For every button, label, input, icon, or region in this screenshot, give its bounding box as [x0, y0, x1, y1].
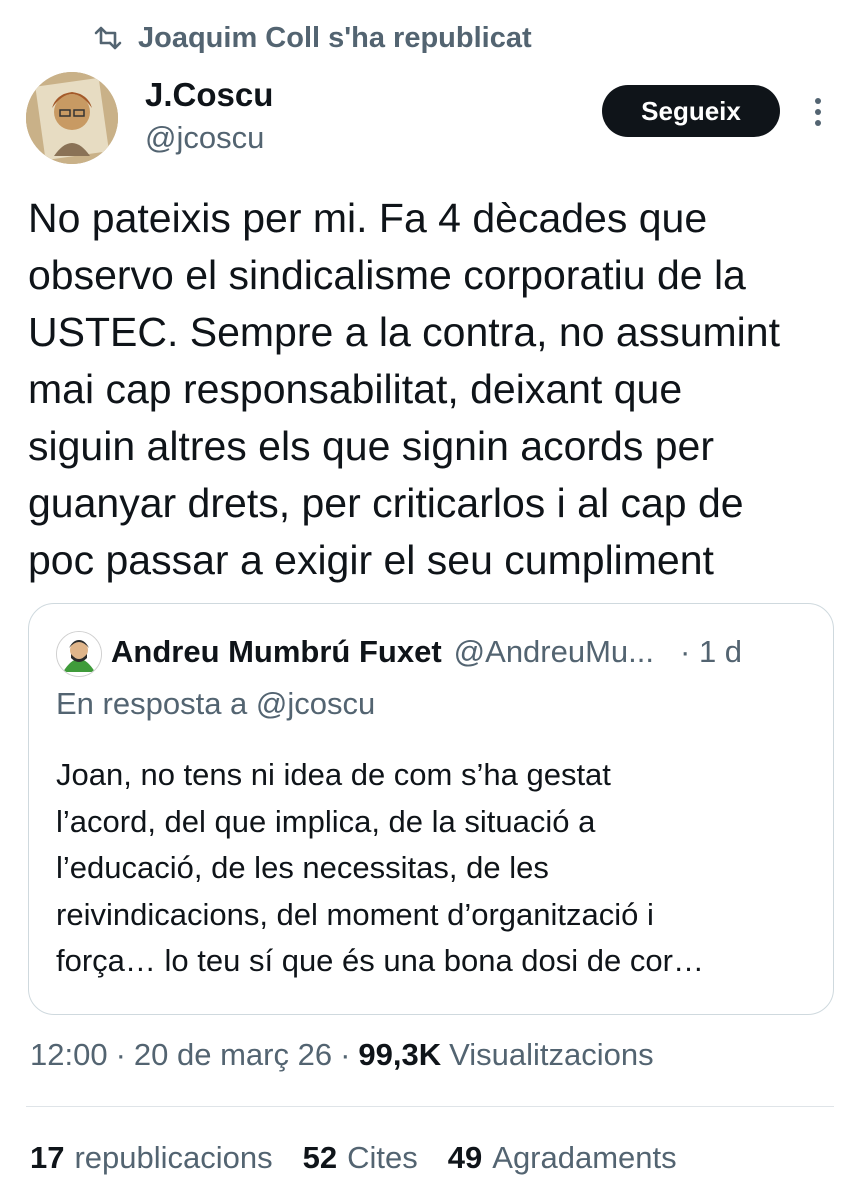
repost-label: Joaquim Coll s'ha republicat [138, 21, 532, 54]
quoted-tweet-card[interactable]: Andreu Mumbrú Fuxet @AndreuMu... · 1 d E… [28, 603, 834, 1015]
reposts-label: republicacions [74, 1140, 273, 1175]
likes-stat[interactable]: 49 Agradaments [448, 1140, 677, 1176]
tweet-line: siguin altres els que signin acords per [28, 423, 714, 469]
author-handle[interactable]: @jcoscu [145, 120, 264, 156]
engagement-stats: 17 republicacions 52 Cites 49 Agradament… [30, 1140, 707, 1176]
quote-timestamp[interactable]: · 1 d [680, 634, 742, 670]
quotes-count: 52 [302, 1140, 338, 1175]
follow-button[interactable]: Segueix [602, 85, 780, 137]
divider [26, 1106, 834, 1107]
views-count: 99,3K [358, 1037, 442, 1072]
reposts-count: 17 [30, 1140, 65, 1175]
tweet-line: No pateixis per mi. Fa 4 dècades que [28, 195, 708, 241]
tweet-line: poc passar a exigir el seu cumpliment [28, 537, 714, 583]
meta-separator: · [340, 1037, 351, 1072]
views-label: Visualitzacions [449, 1037, 654, 1072]
quote-line: reivindicacions, del moment d’organitzac… [56, 896, 654, 932]
tweet-line: observo el sindicalisme corporatiu de la [28, 252, 746, 298]
tweet-text: No pateixis per mi. Fa 4 dècades que obs… [28, 190, 838, 589]
quote-avatar-icon [57, 632, 101, 676]
tweet-meta: 12:00 · 20 de març 26 · 99,3K Visualitza… [30, 1037, 654, 1073]
avatar [26, 72, 118, 164]
quote-avatar[interactable] [56, 631, 102, 677]
quotes-stat[interactable]: 52 Cites [303, 1140, 418, 1176]
tweet-line: mai cap responsabilitat, deixant que [28, 366, 683, 412]
reposts-stat[interactable]: 17 republicacions [30, 1140, 273, 1176]
quote-line: Joan, no tens ni idea de com s’ha gestat [56, 757, 611, 792]
more-vertical-icon [815, 98, 821, 126]
repost-icon [92, 23, 128, 53]
author-avatar[interactable] [26, 72, 118, 164]
likes-count: 49 [447, 1140, 483, 1175]
tweet-line: guanyar drets, per criticarlos i al cap … [28, 480, 744, 526]
tweet-line: USTEC. Sempre a la contra, no assumint [28, 309, 780, 355]
meta-separator: · [115, 1037, 126, 1072]
tweet-date[interactable]: 20 de març 26 [134, 1037, 332, 1073]
quote-text: Joan, no tens ni idea de com s’ha gestat… [56, 752, 816, 985]
quote-author-name[interactable]: Andreu Mumbrú Fuxet [111, 634, 442, 670]
quote-header: Andreu Mumbrú Fuxet @AndreuMu... · 1 d [111, 634, 742, 670]
repost-indicator[interactable]: Joaquim Coll s'ha republicat [92, 18, 532, 58]
likes-label: Agradaments [492, 1140, 677, 1175]
quote-line: l’acord, del que implica, de la situació… [56, 803, 596, 839]
quote-reply-to: En resposta a @jcoscu [56, 686, 376, 721]
quote-line: força… lo teu sí que és una bona dosi de… [56, 943, 704, 978]
quote-author-handle[interactable]: @AndreuMu... [454, 634, 654, 670]
quotes-label: Cites [347, 1140, 418, 1175]
tweet-time[interactable]: 12:00 [30, 1037, 108, 1073]
quote-line: l’educació, de les necessitas, de les [56, 850, 549, 885]
more-options-button[interactable] [800, 92, 836, 132]
author-name[interactable]: J.Coscu [145, 76, 273, 114]
